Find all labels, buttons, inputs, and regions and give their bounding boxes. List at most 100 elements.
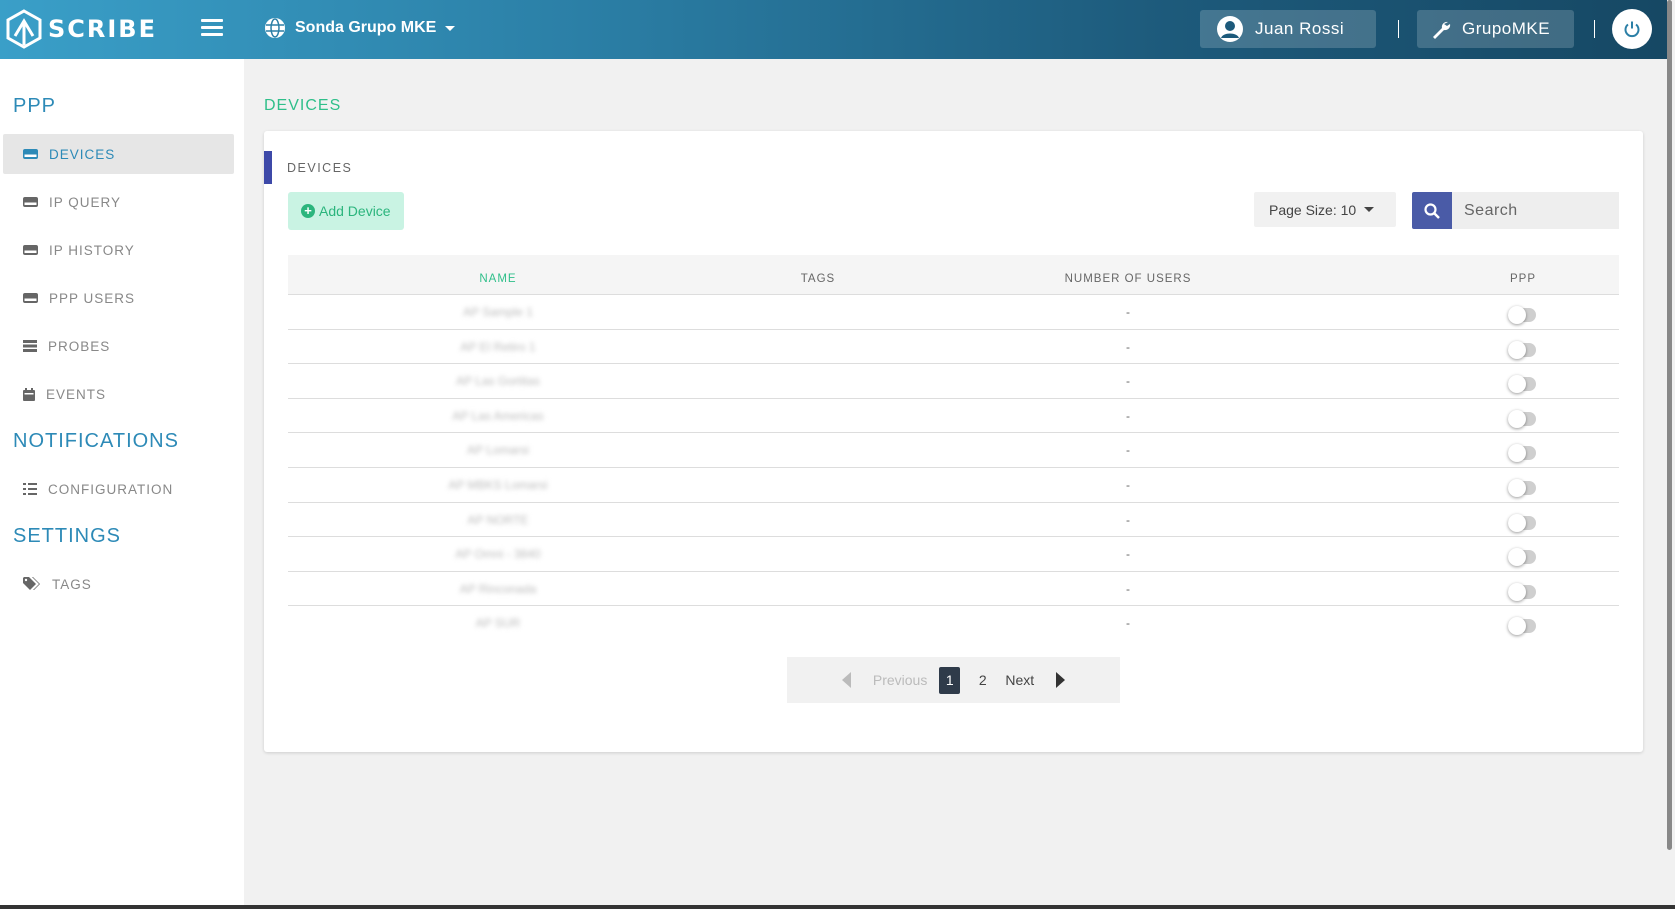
table-row[interactable]: AP Sample 1 - — [288, 295, 1619, 330]
organization-settings-button[interactable]: GrupoMKE — [1417, 10, 1574, 48]
sidebar-item-label: IP HISTORY — [49, 242, 135, 258]
device-name[interactable]: AP Rinconada — [438, 572, 558, 607]
add-device-button[interactable]: + Add Device — [288, 192, 404, 230]
next-arrow-icon[interactable] — [1056, 672, 1066, 688]
column-header-name[interactable]: NAME — [288, 255, 708, 295]
pagination-previous[interactable]: Previous — [873, 672, 927, 688]
device-name[interactable]: AP Omni - 3840 — [438, 537, 558, 572]
logout-button[interactable] — [1612, 9, 1652, 49]
device-name[interactable]: AP Las Americas — [438, 399, 558, 434]
device-user-count: - — [1126, 408, 1130, 423]
sidebar-item-ppp-users[interactable]: PPP USERS — [3, 278, 234, 318]
ppp-toggle[interactable] — [1508, 548, 1536, 567]
device-name[interactable]: AP Lomarsi — [438, 433, 558, 468]
calendar-icon — [23, 387, 35, 401]
device-name[interactable]: AP NORTE — [438, 503, 558, 538]
window-bottom-edge — [0, 905, 1675, 909]
section-title-notifications: NOTIFICATIONS — [13, 430, 179, 452]
ppp-toggle[interactable] — [1508, 306, 1536, 324]
hdd-icon — [23, 149, 38, 159]
table-row[interactable]: AP Lomarsi - — [288, 433, 1619, 468]
power-icon — [1624, 21, 1640, 38]
device-tags — [728, 295, 908, 330]
user-profile-button[interactable]: Juan Rossi — [1200, 10, 1376, 48]
search-input[interactable] — [1452, 192, 1619, 229]
table-row[interactable]: AP MBKS Lomarsi - — [288, 468, 1619, 503]
sidebar-item-ip-history[interactable]: IP HISTORY — [3, 230, 234, 270]
device-user-count: - — [1126, 339, 1130, 354]
device-tags — [728, 468, 908, 503]
brand-name: SCRIBE — [48, 15, 157, 43]
pagination-page-2[interactable]: 2 — [972, 667, 993, 694]
toggle-knob — [1508, 582, 1526, 601]
column-header-tags[interactable]: TAGS — [728, 255, 908, 295]
search-button[interactable] — [1412, 192, 1452, 229]
sidebar-item-ip-query[interactable]: IP QUERY — [3, 182, 234, 222]
table-row[interactable]: AP NORTE - — [288, 503, 1619, 538]
organization-label: GrupoMKE — [1462, 19, 1551, 38]
table-row[interactable]: AP El Retiro 1 - — [288, 330, 1619, 365]
card-accent-bar — [264, 151, 272, 184]
ppp-toggle[interactable] — [1508, 478, 1536, 497]
column-header-ppp[interactable]: PPP — [1458, 255, 1588, 295]
user-circle-icon — [1217, 16, 1243, 42]
page-size-dropdown[interactable]: Page Size: 10 — [1254, 192, 1396, 227]
pagination-page-1[interactable]: 1 — [939, 666, 961, 694]
menu-toggle-button[interactable] — [201, 19, 223, 37]
section-title-settings: SETTINGS — [13, 525, 122, 547]
device-name[interactable]: AP SUR — [438, 606, 558, 641]
sidebar-item-label: PPP USERS — [49, 290, 136, 306]
scribe-logo[interactable]: SCRIBE — [6, 9, 157, 49]
pagination: Previous 1 2 Next — [787, 657, 1120, 703]
table-row[interactable]: AP SUR - — [288, 606, 1619, 641]
sidebar-item-label: TAGS — [52, 576, 92, 592]
device-user-count: - — [1126, 616, 1130, 631]
sidebar-item-events[interactable]: EVENTS — [3, 374, 234, 414]
ppp-toggle[interactable] — [1508, 444, 1536, 463]
section-title-ppp: PPP — [13, 95, 57, 117]
column-header-users[interactable]: NUMBER OF USERS — [1028, 255, 1228, 295]
device-tags — [728, 606, 908, 641]
sidebar-item-probes[interactable]: PROBES — [3, 326, 234, 366]
table-row[interactable]: AP Las Americas - — [288, 399, 1619, 434]
device-name[interactable]: AP Sample 1 — [438, 295, 558, 330]
ppp-toggle[interactable] — [1508, 340, 1536, 359]
page-size-label: Page Size: 10 — [1269, 201, 1357, 218]
ppp-toggle[interactable] — [1508, 409, 1536, 428]
ppp-toggle[interactable] — [1508, 513, 1536, 532]
ppp-toggle[interactable] — [1508, 375, 1536, 394]
device-name[interactable]: AP Las Gortitas — [438, 364, 558, 399]
sidebar-item-label: DEVICES — [49, 146, 116, 162]
ppp-toggle[interactable] — [1508, 617, 1536, 636]
device-tags — [728, 503, 908, 538]
sidebar-item-label: CONFIGURATION — [48, 481, 174, 497]
scribe-logo-icon — [6, 9, 42, 49]
device-name[interactable]: AP MBKS Lomarsi — [438, 468, 558, 503]
table-row[interactable]: AP Omni - 3840 - — [288, 537, 1619, 572]
caret-down-icon — [1364, 207, 1375, 212]
device-user-count: - — [1126, 512, 1130, 527]
device-user-count: - — [1126, 374, 1130, 389]
server-icon — [23, 340, 37, 352]
sidebar-item-devices[interactable]: DEVICES — [3, 134, 234, 174]
ppp-toggle[interactable] — [1508, 582, 1536, 601]
hdd-icon — [23, 197, 38, 207]
table-row[interactable]: AP Las Gortitas - — [288, 364, 1619, 399]
sidebar-item-label: PROBES — [48, 338, 111, 354]
table-row[interactable]: AP Rinconada - — [288, 572, 1619, 607]
toggle-knob — [1508, 375, 1526, 394]
pagination-next[interactable]: Next — [1005, 672, 1034, 688]
toggle-knob — [1508, 617, 1526, 636]
organization-name: Sonda Grupo MKE — [295, 19, 437, 36]
toggle-knob — [1508, 340, 1526, 359]
divider — [1398, 20, 1399, 38]
device-name[interactable]: AP El Retiro 1 — [438, 330, 558, 365]
sidebar-item-label: EVENTS — [46, 386, 107, 402]
sidebar-item-tags[interactable]: TAGS — [3, 564, 234, 604]
scrollbar-thumb[interactable] — [1667, 0, 1672, 850]
sidebar-item-configuration[interactable]: CONFIGURATION — [3, 469, 234, 509]
tags-icon — [23, 577, 40, 590]
previous-arrow-icon[interactable] — [841, 672, 851, 688]
plus-circle-icon: + — [301, 204, 315, 218]
organization-selector[interactable]: Sonda Grupo MKE — [264, 17, 456, 39]
